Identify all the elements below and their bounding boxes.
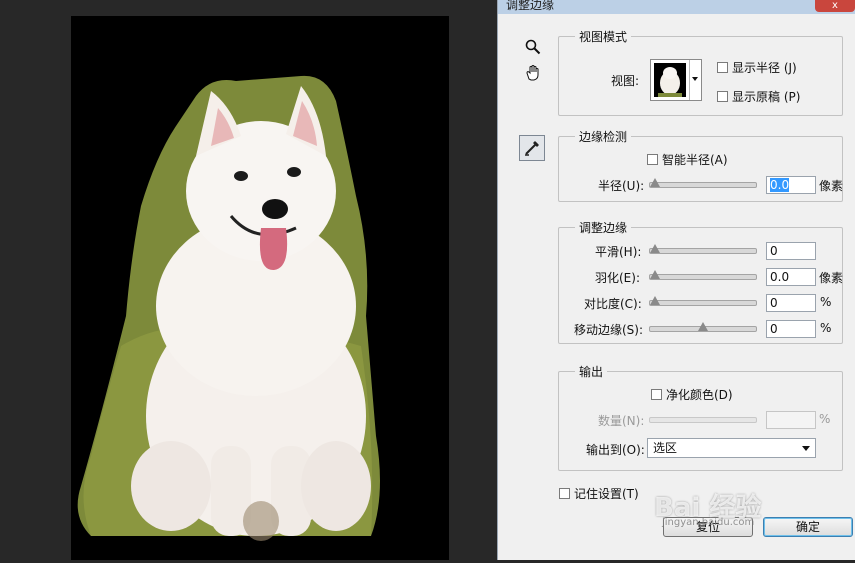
zoom-icon[interactable] — [522, 36, 544, 58]
radius-slider[interactable] — [649, 178, 757, 188]
edge-detection-legend: 边缘检测 — [579, 130, 628, 144]
smooth-label: 平滑(H): — [595, 245, 642, 259]
dialog-titlebar[interactable]: 调整边缘 x — [498, 0, 855, 14]
output-to-select[interactable]: 选区 — [647, 438, 816, 458]
chevron-down-icon — [802, 446, 810, 451]
contrast-slider[interactable] — [649, 296, 757, 306]
refine-radius-brush-icon[interactable] — [519, 135, 545, 161]
adjust-edge-legend: 调整边缘 — [579, 221, 628, 235]
feather-input[interactable]: 0.0 — [766, 268, 816, 286]
smooth-input[interactable]: 0 — [766, 242, 816, 260]
shift-edge-slider[interactable] — [649, 322, 757, 332]
smart-radius-label: 智能半径(A) — [662, 153, 728, 167]
contrast-unit: % — [820, 295, 832, 309]
contrast-input[interactable]: 0 — [766, 294, 816, 312]
photo-preview[interactable] — [71, 16, 449, 560]
radius-value: 0.0 — [770, 178, 790, 192]
decontaminate-checkbox[interactable] — [651, 389, 662, 400]
decontaminate-label: 净化颜色(D) — [666, 388, 733, 402]
contrast-slider-thumb[interactable] — [650, 296, 660, 305]
dog-image — [77, 75, 381, 541]
shift-edge-unit: % — [820, 321, 832, 335]
view-dropdown-arrow[interactable] — [689, 60, 701, 100]
radius-input[interactable]: 0.0 — [766, 176, 816, 194]
remember-settings-label: 记住设置(T) — [574, 487, 639, 501]
close-button[interactable]: x — [815, 0, 855, 12]
view-label: 视图: — [611, 74, 640, 88]
view-thumbnail — [654, 63, 686, 97]
remember-settings-checkbox[interactable] — [559, 488, 570, 499]
show-radius-label: 显示半径 (J) — [732, 61, 797, 75]
ok-button[interactable]: 确定 — [763, 517, 853, 537]
show-original-label: 显示原稿 (P) — [732, 90, 801, 104]
amount-input — [766, 411, 816, 429]
feather-label: 羽化(E): — [595, 271, 640, 285]
radius-label: 半径(U): — [598, 179, 645, 193]
smart-radius-checkbox[interactable] — [647, 154, 658, 165]
show-original-checkbox[interactable] — [717, 91, 728, 102]
radius-slider-thumb[interactable] — [650, 178, 660, 187]
show-radius-checkbox[interactable] — [717, 62, 728, 73]
shift-edge-slider-thumb[interactable] — [698, 322, 708, 331]
dialog-title: 调整边缘 — [506, 0, 555, 12]
output-to-label: 输出到(O): — [586, 443, 645, 457]
shift-edge-input[interactable]: 0 — [766, 320, 816, 338]
amount-label: 数量(N): — [598, 414, 645, 428]
hand-icon[interactable] — [522, 62, 544, 84]
radius-unit: 像素 — [819, 179, 844, 193]
amount-slider — [649, 417, 757, 423]
refine-edge-dialog: 调整边缘 x 视图模式 视图: 显示半径 (J) 显示原稿 (P) 边缘检测 智… — [497, 0, 855, 560]
shift-edge-label: 移动边缘(S): — [574, 323, 644, 337]
feather-slider-thumb[interactable] — [650, 270, 660, 279]
feather-unit: 像素 — [819, 271, 844, 285]
output-to-value: 选区 — [653, 441, 678, 455]
smooth-slider-thumb[interactable] — [650, 244, 660, 253]
view-mode-picker[interactable] — [650, 59, 702, 101]
contrast-label: 对比度(C): — [584, 297, 642, 311]
smooth-slider[interactable] — [649, 244, 757, 254]
feather-slider[interactable] — [649, 270, 757, 280]
view-mode-legend: 视图模式 — [579, 30, 628, 44]
reset-button[interactable]: 复位 — [663, 517, 753, 537]
output-legend: 输出 — [579, 365, 604, 379]
document-canvas[interactable] — [0, 0, 497, 560]
amount-unit: % — [819, 412, 831, 426]
